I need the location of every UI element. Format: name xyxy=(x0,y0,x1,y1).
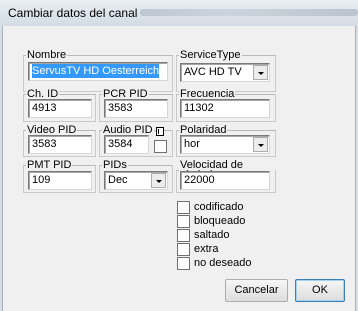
bloqueado-label: bloqueado xyxy=(194,215,246,227)
pmt-pid-value: 109 xyxy=(32,174,51,186)
dropdown-arrow-icon[interactable] xyxy=(151,173,166,188)
title-bar: Cambiar datos del canal xyxy=(0,0,358,26)
ch-id-input[interactable]: 4913 xyxy=(28,99,92,118)
velocidad-value: 22000 xyxy=(184,174,215,186)
pids-select[interactable]: Dec xyxy=(104,171,168,190)
video-pid-input[interactable]: 3583 xyxy=(28,135,92,154)
no-deseado-label: no deseado xyxy=(194,257,252,269)
extra-label: extra xyxy=(194,243,219,255)
frecuencia-value: 11302 xyxy=(184,102,214,114)
ch-id-label: Ch. ID xyxy=(26,88,60,100)
dropdown-arrow-icon[interactable] xyxy=(253,65,268,80)
saltado-label: saltado xyxy=(194,229,230,241)
video-pid-label: Video PID xyxy=(26,124,78,136)
pcr-pid-label: PCR PID xyxy=(102,88,149,100)
no-deseado-checkbox[interactable] xyxy=(177,257,190,270)
pmt-pid-input[interactable]: 109 xyxy=(28,171,92,190)
pcr-pid-value: 3583 xyxy=(108,102,133,114)
polaridad-select[interactable]: hor xyxy=(180,135,270,154)
velocidad-input[interactable]: 22000 xyxy=(180,171,270,190)
nombre-label: Nombre xyxy=(26,49,68,61)
audio-options-icon[interactable] xyxy=(156,127,164,136)
pids-value: Dec xyxy=(108,174,128,186)
service-type-label: ServiceType xyxy=(179,49,242,61)
pids-label: PIDs xyxy=(102,159,128,171)
audio-pid-checkbox[interactable] xyxy=(154,140,167,153)
ch-id-value: 4913 xyxy=(32,102,57,114)
dialog-body: Nombre ServusTV HD Oesterreich ServiceTy… xyxy=(2,26,356,311)
pcr-pid-input[interactable]: 3583 xyxy=(104,99,168,118)
video-pid-value: 3583 xyxy=(32,138,57,150)
extra-checkbox[interactable] xyxy=(177,243,190,256)
cancel-button[interactable]: Cancelar xyxy=(225,279,288,302)
blurred-background-title xyxy=(140,9,358,16)
codificado-checkbox[interactable] xyxy=(177,201,190,214)
audio-pid-input[interactable]: 3584 xyxy=(104,135,149,154)
dropdown-arrow-icon[interactable] xyxy=(253,137,268,152)
nombre-input[interactable]: ServusTV HD Oesterreich xyxy=(28,62,168,81)
saltado-checkbox[interactable] xyxy=(177,229,190,242)
window-title: Cambiar datos del canal xyxy=(8,6,138,20)
audio-pid-value: 3584 xyxy=(108,138,133,150)
frecuencia-label: Frecuencia xyxy=(179,88,236,100)
audio-pid-label: Audio PID xyxy=(102,124,154,136)
frecuencia-input[interactable]: 11302 xyxy=(180,99,270,118)
service-type-value: AVC HD TV xyxy=(184,66,242,78)
service-type-select[interactable]: AVC HD TV xyxy=(180,63,270,82)
nombre-value: ServusTV HD Oesterreich xyxy=(32,64,160,78)
codificado-label: codificado xyxy=(194,201,244,213)
pmt-pid-label: PMT PID xyxy=(26,159,73,171)
bloqueado-checkbox[interactable] xyxy=(177,215,190,228)
polaridad-label: Polaridad xyxy=(179,124,228,136)
ok-button[interactable]: OK xyxy=(295,279,345,302)
polaridad-value: hor xyxy=(184,138,200,150)
